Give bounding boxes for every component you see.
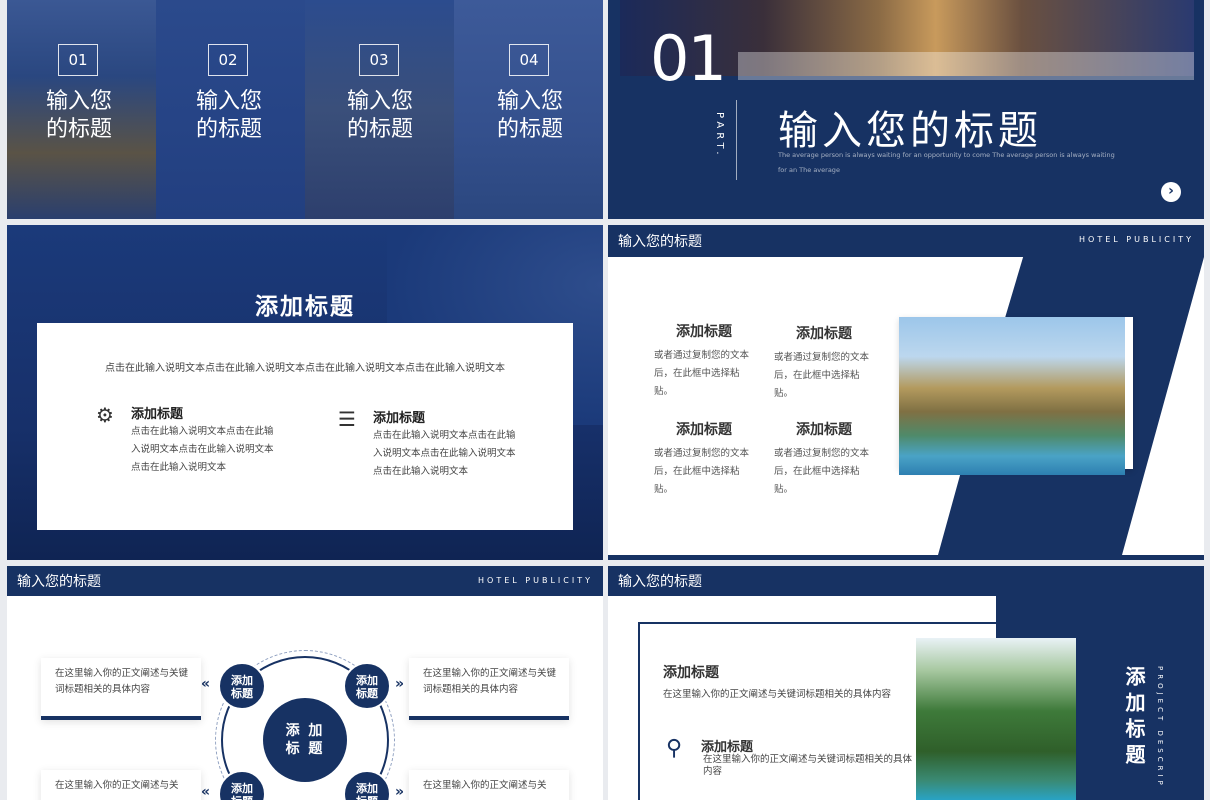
section-number: 01 <box>650 22 727 95</box>
brand-tag: HOTEL PUBLICITY <box>1079 235 1194 244</box>
column-number: 02 <box>208 44 248 76</box>
column-title: 输入您的标题 <box>346 89 413 142</box>
part-label: PART. <box>714 112 725 159</box>
slide-heading: 添加标题 <box>255 294 355 320</box>
block-desc: 或者通过复制您的文本后，在此框中选择粘贴。 <box>774 448 870 495</box>
chevron-right-icon: » <box>395 784 405 800</box>
node-circle: 添加 标题 <box>218 662 266 710</box>
chevron-right-icon: » <box>395 676 405 692</box>
info-card: 在这里输入你的正文阐述与关键词标题相关的具体内容 <box>41 658 201 720</box>
slide-title: 输入您的标题 <box>618 574 702 590</box>
column-title: 输入您的标题 <box>45 89 112 142</box>
palm-photo <box>916 638 1076 800</box>
column-number: 04 <box>509 44 549 76</box>
slide-1[interactable]: 01 02 03 04 输入您的标题 输入您的标题 输入您的标题 输入您的标题 <box>7 0 603 219</box>
footer-bar <box>608 555 1204 560</box>
info-card: 在这里输入你的正文阐述与关 <box>41 770 201 800</box>
feature-title: 添加标题 <box>373 411 426 426</box>
block-title: 添加标题 <box>796 326 852 342</box>
chevron-left-icon: « <box>201 676 211 692</box>
slide-3[interactable]: 添加标题 点击在此输入说明文本点击在此输入说明文本点击在此输入说明文本点击在此输… <box>7 225 603 560</box>
block-desc: 或者通过复制您的文本后，在此框中选择粘贴。 <box>654 448 750 495</box>
text-block: 添加标题 或者通过复制您的文本后，在此框中选择粘贴。 <box>774 419 874 499</box>
column-number: 03 <box>359 44 399 76</box>
next-arrow-icon[interactable]: › <box>1161 182 1181 202</box>
slide-6[interactable]: 输入您的标题 添加标题 在这里输入你的正文阐述与关键词标题相关的具体内容 ⚲ 添… <box>608 566 1204 800</box>
feature-desc: 点击在此输入说明文本点击在此输入说明文本点击在此输入说明文本点击在此输入说明文本 <box>131 426 274 473</box>
feature-desc: 点击在此输入说明文本点击在此输入说明文本点击在此输入说明文本点击在此输入说明文本 <box>373 430 516 477</box>
header-bar: 输入您的标题 HOTEL PUBLICITY <box>7 566 603 596</box>
block-desc: 在这里输入你的正文阐述与关键词标题相关的具体内容 <box>663 689 892 700</box>
sliders-icon: ☰ <box>338 407 356 431</box>
block-title: 添加标题 <box>701 740 754 755</box>
block-title: 添加标题 <box>676 324 732 340</box>
text-block: 添加标题 或者通过复制您的文本后，在此框中选择粘贴。 <box>654 321 754 401</box>
text-block: 添加标题 或者通过复制您的文本后，在此框中选择粘贴。 <box>774 323 874 403</box>
block-desc: 或者通过复制您的文本后，在此框中选择粘贴。 <box>774 352 870 399</box>
image-frame <box>899 317 1133 475</box>
section-subtitle: The average person is always waiting for… <box>778 151 1115 174</box>
hotel-photo <box>899 317 1125 475</box>
block-desc: 或者通过复制您的文本后，在此框中选择粘贴。 <box>654 350 750 397</box>
block-desc: 在这里输入你的正文阐述与关键词标题相关的具体内容 <box>703 754 913 777</box>
info-card: 在这里输入你的正文阐述与关键词标题相关的具体内容 <box>409 658 569 720</box>
column-number: 01 <box>58 44 98 76</box>
photo-overlay-band <box>738 52 1194 80</box>
text-block: 添加标题 或者通过复制您的文本后，在此框中选择粘贴。 <box>654 419 754 499</box>
feature-title: 添加标题 <box>131 407 184 422</box>
center-circle: 添 加 标 题 <box>263 698 347 782</box>
slide-5[interactable]: 输入您的标题 HOTEL PUBLICITY 添 加 标 题 添加 标题 添加 … <box>7 566 603 800</box>
divider <box>736 100 737 180</box>
slide-4[interactable]: 输入您的标题 HOTEL PUBLICITY 添加标题 或者通过复制您的文本后，… <box>608 225 1204 560</box>
vertical-title: 添加标题 <box>1122 666 1146 770</box>
node-circle: 添加 标题 <box>343 662 391 710</box>
vertical-subtitle: PROJECT DESCRIP <box>1156 666 1164 789</box>
slide-2[interactable]: 01 PART. 输入您的标题 The average person is al… <box>608 0 1204 219</box>
slide-title: 输入您的标题 <box>618 234 702 250</box>
header-bar: 输入您的标题 HOTEL PUBLICITY <box>608 225 1204 257</box>
slide-title: 输入您的标题 <box>17 574 101 590</box>
block-title: 添加标题 <box>676 422 732 438</box>
block-title: 添加标题 <box>796 422 852 438</box>
chevron-left-icon: « <box>201 784 211 800</box>
column-title: 输入您的标题 <box>195 89 262 142</box>
block-title: 添加标题 <box>663 665 719 681</box>
info-card: 在这里输入你的正文阐述与关 <box>409 770 569 800</box>
gear-icon: ⚙ <box>96 403 114 427</box>
content-card: 点击在此输入说明文本点击在此输入说明文本点击在此输入说明文本点击在此输入说明文本… <box>37 323 573 530</box>
brand-tag: HOTEL PUBLICITY <box>478 576 593 585</box>
intro-text: 点击在此输入说明文本点击在此输入说明文本点击在此输入说明文本点击在此输入说明文本 <box>105 363 505 374</box>
column-title: 输入您的标题 <box>496 89 563 142</box>
search-icon: ⚲ <box>666 736 683 761</box>
